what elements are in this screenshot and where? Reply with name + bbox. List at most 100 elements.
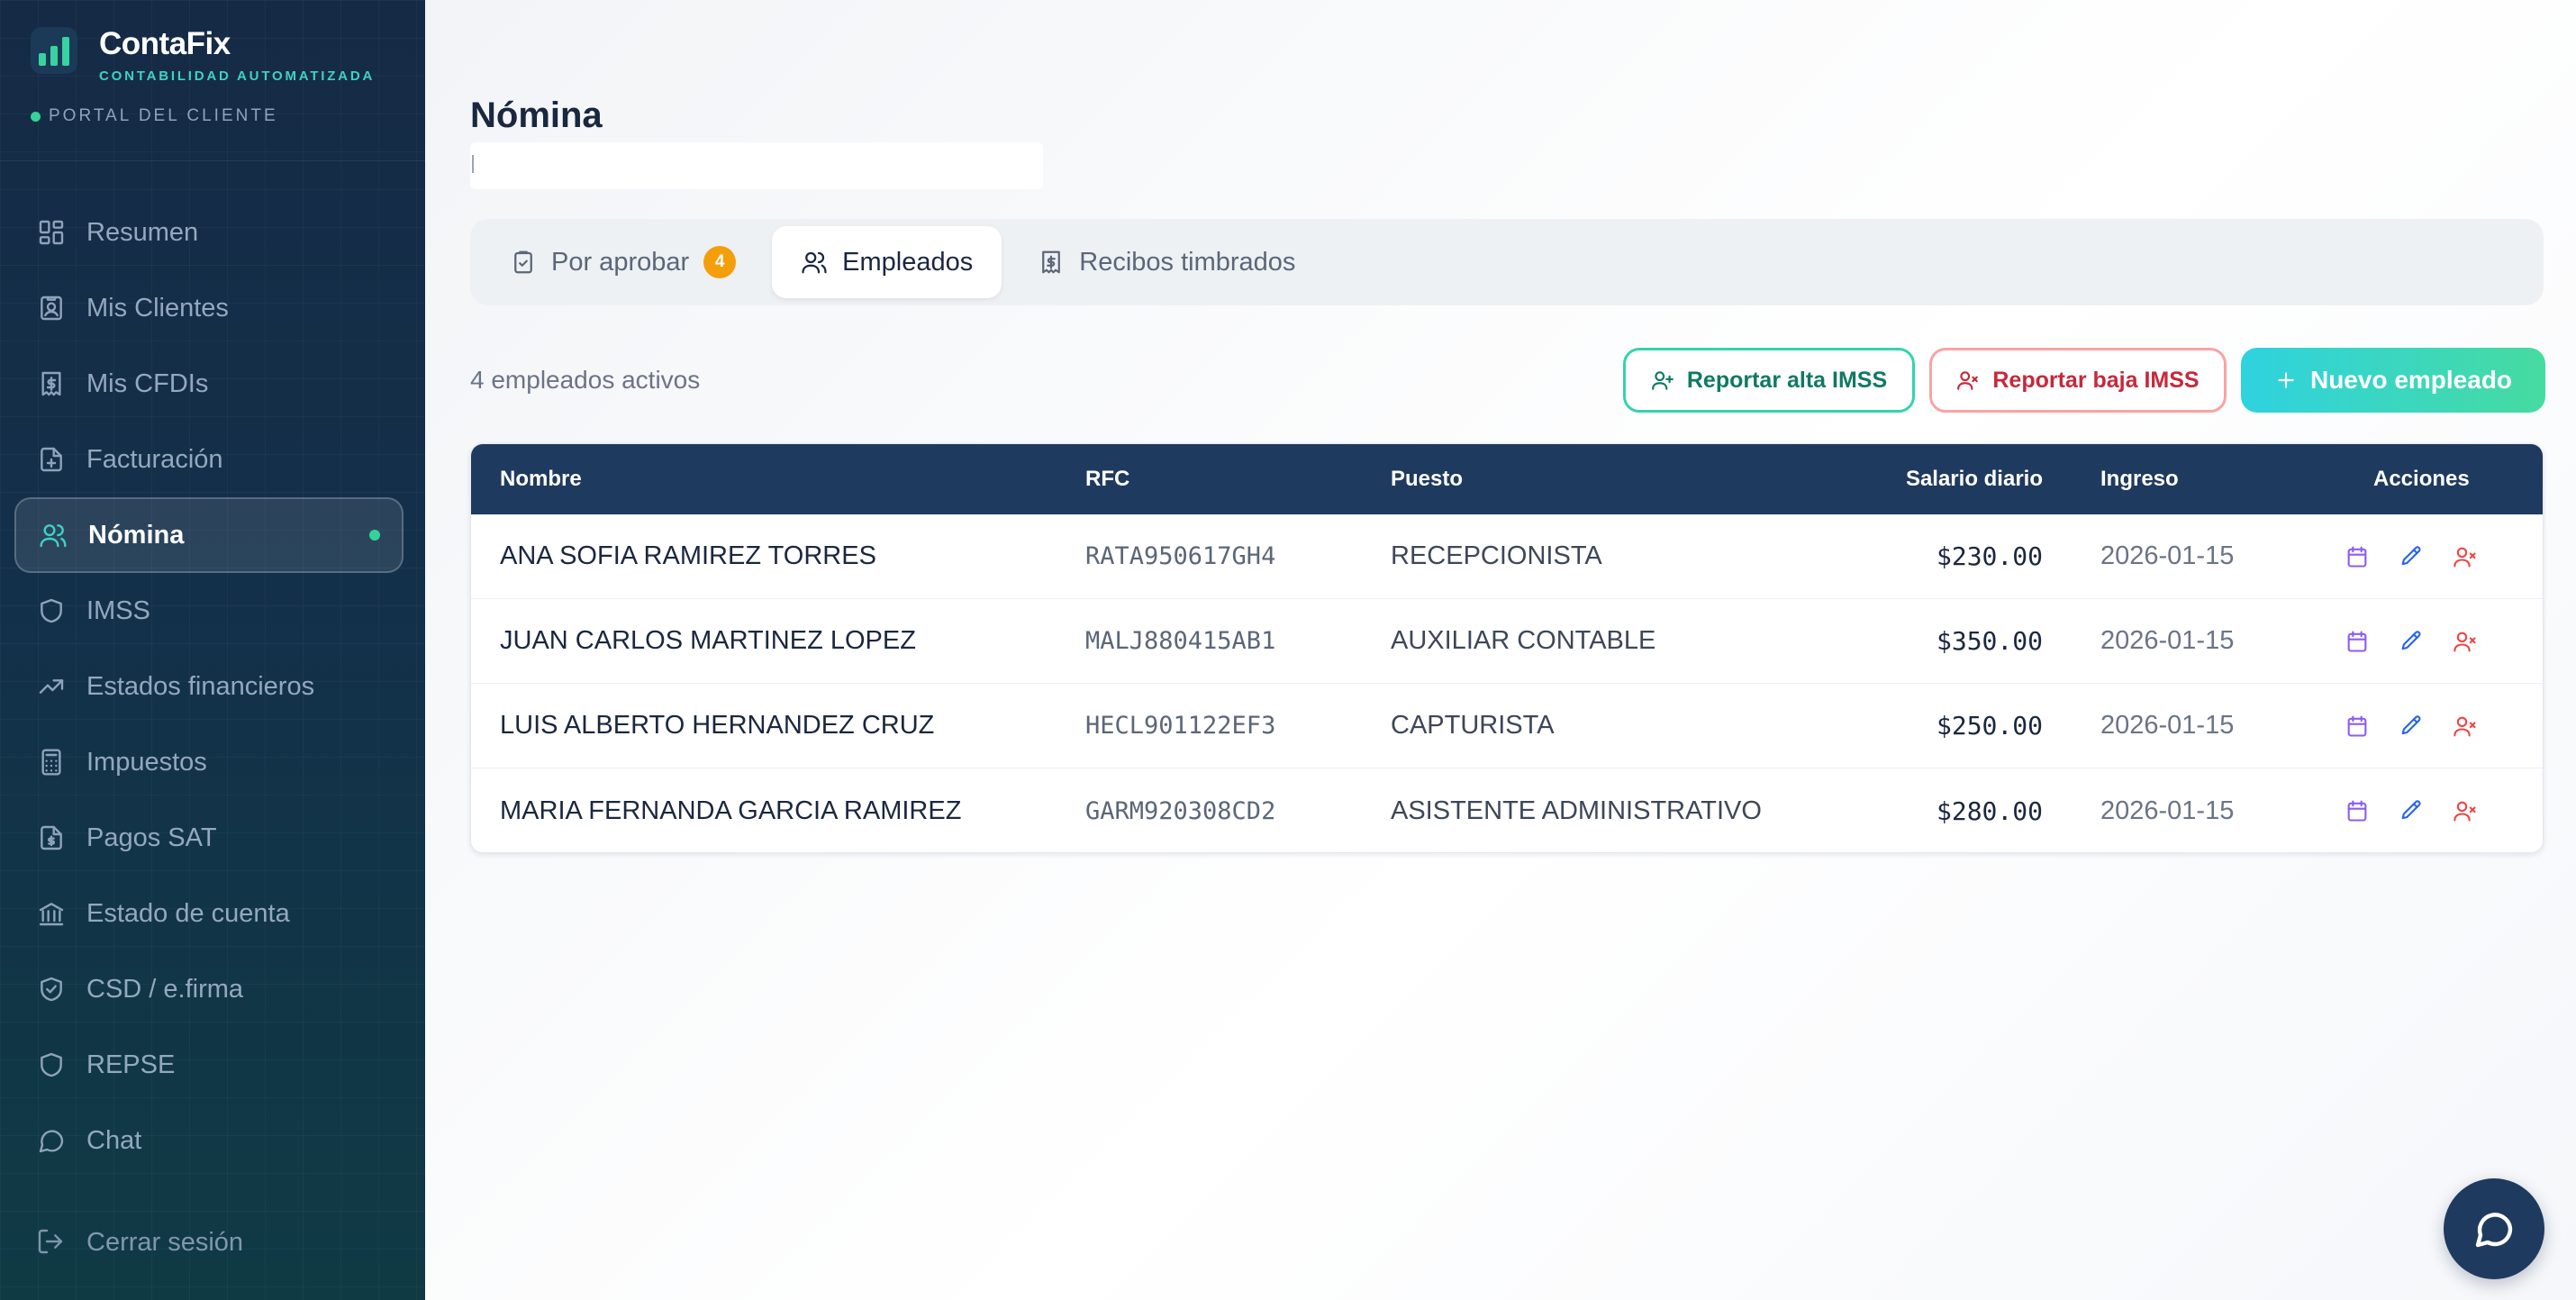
tab-label: Empleados <box>842 247 974 277</box>
clipboard-check-icon <box>514 250 532 274</box>
employee-salario: $230.00 <box>1936 541 2043 571</box>
sidebar-item-label: Estados financieros <box>86 671 315 701</box>
calendar-icon[interactable] <box>2330 793 2384 829</box>
new-employee-button[interactable]: Nuevo empleado <box>2241 348 2545 413</box>
brand-tagline: CONTABILIDAD AUTOMATIZADA <box>99 68 376 84</box>
shield-check-icon <box>36 974 67 1005</box>
user-plus-icon <box>1651 371 1673 390</box>
edit-pencil-icon[interactable] <box>2384 539 2438 575</box>
employee-rfc: MALJ880415AB1 <box>1085 627 1276 655</box>
file-dollar-icon <box>36 823 67 853</box>
calculator-icon <box>36 747 67 777</box>
employee-rfc: RATA950617GH4 <box>1085 542 1276 570</box>
row-actions <box>2330 793 2492 829</box>
sidebar-item-mis-cfdis[interactable]: Mis CFDIs <box>14 346 404 422</box>
employee-count-label: 4 empleados activos <box>470 366 701 394</box>
sidebar-item-csd-efirma[interactable]: CSD / e.firma <box>14 951 404 1027</box>
employee-name: MARIA FERNANDA GARCIA RAMIREZ <box>500 795 962 825</box>
employees-table: Nombre RFC Puesto Salario diario Ingreso… <box>470 443 2544 853</box>
edit-pencil-icon[interactable] <box>2384 793 2438 829</box>
edit-pencil-icon[interactable] <box>2384 708 2438 744</box>
table-row[interactable]: MARIA FERNANDA GARCIA RAMIREZ GARM920308… <box>471 768 2543 852</box>
column-header-nombre[interactable]: Nombre <box>500 467 582 492</box>
sidebar-item-estado-de-cuenta[interactable]: Estado de cuenta <box>14 876 404 951</box>
calendar-icon[interactable] <box>2330 623 2384 659</box>
employee-ingreso: 2026-01-15 <box>2100 795 2235 825</box>
table-row[interactable]: LUIS ALBERTO HERNANDEZ CRUZ HECL901122EF… <box>471 684 2543 768</box>
brand[interactable]: ContaFix CONTABILIDAD AUTOMATIZADA <box>31 27 375 84</box>
sidebar-item-resumen[interactable]: Resumen <box>14 195 404 270</box>
edit-pencil-icon[interactable] <box>2384 623 2438 659</box>
row-actions <box>2330 539 2492 575</box>
logout-label: Cerrar sesión <box>86 1227 244 1257</box>
table-header: Nombre RFC Puesto Salario diario Ingreso… <box>471 444 2543 514</box>
sidebar-item-label: Facturación <box>86 444 223 474</box>
tab-por-aprobar[interactable]: Por aprobar 4 <box>481 226 765 298</box>
sidebar-item-impuestos[interactable]: Impuestos <box>14 724 404 800</box>
sidebar-item-imss[interactable]: IMSS <box>14 573 404 649</box>
sidebar-nav: Resumen Mis Clientes Mis CFDIs Facturaci… <box>14 195 404 1178</box>
tab-label: Recibos timbrados <box>1079 247 1296 277</box>
employee-name: LUIS ALBERTO HERNANDEZ CRUZ <box>500 711 935 740</box>
logout-button[interactable]: Cerrar sesión <box>36 1227 243 1258</box>
tab-recibos-timbrados[interactable]: Recibos timbrados <box>1009 226 1324 298</box>
report-alta-imss-button[interactable]: Reportar alta IMSS <box>1623 348 1915 413</box>
tab-empleados[interactable]: Empleados <box>772 226 1002 298</box>
sidebar-item-label: Impuestos <box>86 747 207 777</box>
employee-ingreso: 2026-01-15 <box>2100 711 2235 740</box>
invoice-icon <box>36 368 67 399</box>
sidebar-item-facturacion[interactable]: Facturación <box>14 422 404 497</box>
sidebar-item-estados-financieros[interactable]: Estados financieros <box>14 649 404 724</box>
brand-name: ContaFix <box>99 26 231 61</box>
column-header-puesto[interactable]: Puesto <box>1391 467 1463 492</box>
file-plus-icon <box>36 444 67 475</box>
user-x-icon[interactable] <box>2438 793 2492 829</box>
user-x-icon[interactable] <box>2438 623 2492 659</box>
chat-fab-button[interactable] <box>2444 1178 2544 1279</box>
employee-rfc: HECL901122EF3 <box>1085 712 1276 740</box>
sidebar-item-pagos-sat[interactable]: Pagos SAT <box>14 800 404 876</box>
button-label: Reportar baja IMSS <box>1992 367 2200 393</box>
employee-puesto: AUXILIAR CONTABLE <box>1391 626 1656 655</box>
page-title: Nómina <box>470 95 603 135</box>
column-header-salario[interactable]: Salario diario <box>1906 467 2043 492</box>
button-label: Nuevo empleado <box>2309 366 2513 394</box>
sidebar-item-label: Estado de cuenta <box>86 898 290 928</box>
column-header-acciones: Acciones <box>2373 467 2470 491</box>
sidebar-item-repse[interactable]: REPSE <box>14 1027 404 1103</box>
sidebar-divider <box>0 160 425 161</box>
employee-name: ANA SOFIA RAMIREZ TORRES <box>500 541 876 570</box>
column-header-ingreso[interactable]: Ingreso <box>2100 467 2179 492</box>
report-baja-imss-button[interactable]: Reportar baja IMSS <box>1929 348 2227 413</box>
sidebar-item-label: IMSS <box>86 595 150 625</box>
user-x-icon <box>1957 371 1979 390</box>
sidebar-item-label: Resumen <box>86 217 199 247</box>
subtitle-placeholder <box>470 142 1043 189</box>
sidebar-item-label: REPSE <box>86 1050 176 1079</box>
employee-name: JUAN CARLOS MARTINEZ LOPEZ <box>500 626 916 655</box>
employee-puesto: ASISTENTE ADMINISTRATIVO <box>1391 795 1762 825</box>
calendar-icon[interactable] <box>2330 708 2384 744</box>
sidebar-item-mis-clientes[interactable]: Mis Clientes <box>14 270 404 346</box>
active-indicator-dot <box>369 530 380 541</box>
user-x-icon[interactable] <box>2438 539 2492 575</box>
column-header-rfc[interactable]: RFC <box>1085 467 1129 492</box>
user-x-icon[interactable] <box>2438 708 2492 744</box>
employee-salario: $250.00 <box>1936 711 2043 741</box>
row-actions <box>2330 623 2492 659</box>
sidebar-item-chat[interactable]: Chat <box>14 1103 404 1178</box>
sidebar-item-label: Mis Clientes <box>86 293 229 323</box>
shield-icon <box>36 1050 67 1080</box>
employee-puesto: RECEPCIONISTA <box>1391 541 1602 570</box>
employee-rfc: GARM920308CD2 <box>1085 796 1276 825</box>
table-row[interactable]: JUAN CARLOS MARTINEZ LOPEZ MALJ880415AB1… <box>471 599 2543 684</box>
main-content: Nómina Por aprobar 4 Empleados Recibos t… <box>425 0 2576 1300</box>
calendar-icon[interactable] <box>2330 539 2384 575</box>
row-actions <box>2330 708 2492 744</box>
sidebar-item-nomina[interactable]: Nómina <box>14 497 404 573</box>
portal-label: PORTAL DEL CLIENTE <box>49 106 278 125</box>
table-row[interactable]: ANA SOFIA RAMIREZ TORRES RATA950617GH4 R… <box>471 514 2543 599</box>
pending-count-badge: 4 <box>703 246 737 278</box>
employee-ingreso: 2026-01-15 <box>2100 626 2235 655</box>
logout-icon <box>36 1227 67 1258</box>
